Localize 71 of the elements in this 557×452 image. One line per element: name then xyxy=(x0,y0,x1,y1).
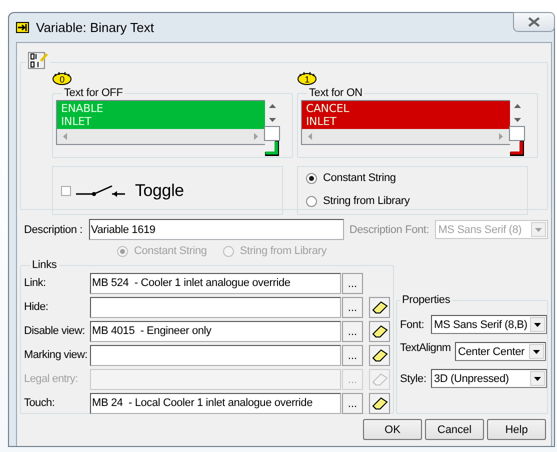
toggle-checkbox[interactable] xyxy=(61,186,71,196)
link-field[interactable]: MB 524 - Cooler 1 inlet analogue override xyxy=(90,272,341,294)
close-icon xyxy=(528,17,540,27)
size-grip xyxy=(264,126,280,141)
group-label: Text for ON xyxy=(308,87,364,99)
dropdown-arrow-icon xyxy=(535,228,542,232)
link-field[interactable] xyxy=(90,344,341,366)
app-icon xyxy=(16,22,29,32)
dialog-button[interactable]: Cancel xyxy=(425,419,484,440)
field-label: Disable view: xyxy=(24,325,86,337)
group-label: Links xyxy=(31,259,58,271)
state-badge-icon: 1 xyxy=(297,71,317,85)
listbox-text: ENABLE xyxy=(61,102,104,115)
field-label: Font: xyxy=(400,318,426,330)
listbox-text: CANCEL xyxy=(306,102,350,115)
field-label: Style: xyxy=(400,372,428,384)
browse-button[interactable]: ... xyxy=(342,344,363,366)
field-label: Description : xyxy=(24,224,84,236)
window-title: Variable: Binary Text xyxy=(36,20,154,34)
eraser-icon xyxy=(372,324,388,338)
dropdown-arrow-icon xyxy=(534,376,541,380)
field-label: Hide: xyxy=(24,301,50,313)
eraser-icon xyxy=(372,300,388,314)
field-label: Marking view: xyxy=(24,349,88,361)
close-button[interactable] xyxy=(513,12,555,32)
listbox-text: INLET xyxy=(61,115,92,128)
eraser-button[interactable] xyxy=(369,320,390,342)
description-field[interactable]: Variable 1619 xyxy=(88,219,344,240)
browse-button[interactable]: ... xyxy=(342,392,363,414)
text-listbox[interactable]: CANCEL INLET xyxy=(302,101,510,129)
link-field[interactable] xyxy=(90,296,341,318)
dropdown-arrow-icon xyxy=(534,322,541,326)
color-swatch-icon[interactable] xyxy=(510,141,524,156)
dropdown[interactable]: MS Sans Serif (8,B) xyxy=(431,315,547,334)
field-label: Description Font: xyxy=(349,224,430,236)
eraser-button[interactable] xyxy=(369,296,390,318)
radio-label: String from Library xyxy=(240,245,326,257)
group-label: Properties xyxy=(401,294,452,306)
dialog-button[interactable]: Help xyxy=(487,419,546,440)
state-badge-icon: 0 xyxy=(52,71,72,85)
field-label: Link: xyxy=(24,277,47,289)
radio-button[interactable] xyxy=(306,172,317,184)
group-label: Text for OFF xyxy=(63,87,124,99)
link-field[interactable]: MB 4015 - Engineer only xyxy=(90,320,341,342)
link-field[interactable]: MB 24 - Local Cooler 1 inlet analogue override xyxy=(90,392,341,414)
color-swatch-icon[interactable] xyxy=(265,141,279,156)
browse-button[interactable]: ... xyxy=(342,296,363,318)
radio-button[interactable] xyxy=(306,196,317,206)
eraser-icon xyxy=(372,396,388,410)
dropdown[interactable]: 3D (Unpressed) xyxy=(431,369,547,388)
browse-button[interactable]: ... xyxy=(342,320,363,342)
eraser-icon xyxy=(372,348,388,362)
toggle-label: Toggle xyxy=(135,180,184,200)
listbox-text: INLET xyxy=(306,115,338,128)
size-grip xyxy=(509,126,525,141)
field-label: Legal entry: xyxy=(24,373,79,385)
eraser-icon xyxy=(372,372,388,386)
eraser-button[interactable] xyxy=(369,344,390,366)
browse-button[interactable]: ... xyxy=(342,272,363,294)
eraser-button[interactable] xyxy=(369,392,390,414)
horizontal-scrollbar[interactable] xyxy=(57,129,265,144)
binary-edit-icon xyxy=(28,52,48,70)
dropdown-arrow-icon xyxy=(533,350,540,354)
dialog-button[interactable]: OK xyxy=(363,419,422,440)
radio-label: Constant String xyxy=(323,172,396,184)
dropdown[interactable]: Center Center xyxy=(455,342,546,361)
radio-label: Constant String xyxy=(134,245,207,257)
horizontal-scrollbar[interactable] xyxy=(302,129,510,144)
radio-label: String from Library xyxy=(323,195,410,207)
field-label: Touch: xyxy=(24,397,56,409)
field-label: TextAlignm xyxy=(400,342,452,354)
